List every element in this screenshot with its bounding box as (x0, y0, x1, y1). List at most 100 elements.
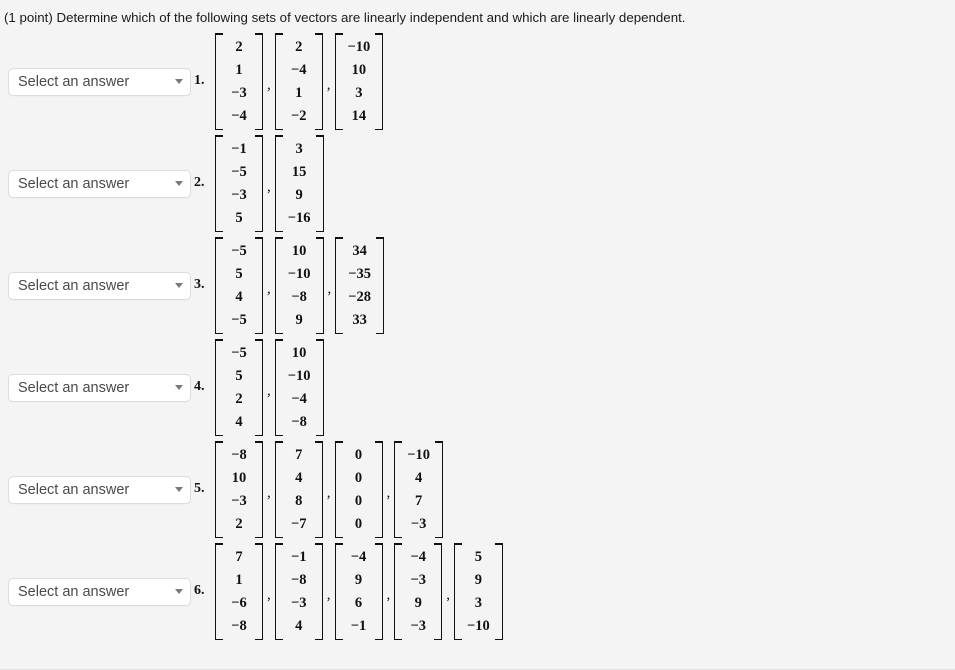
vector-entry: −2 (290, 107, 307, 124)
vector-entry: 7 (235, 549, 243, 566)
vector-entry: −3 (410, 572, 426, 589)
bracket-left-icon (334, 543, 343, 641)
answer-select-cell: Select an answer (0, 373, 194, 402)
vector-entries: −1 −8 −3 4 (283, 543, 315, 640)
vector-set: −5 5 2 4, 10 −10 −4 −8 (214, 339, 325, 437)
column-vector: 3 15 9 −16 (274, 135, 324, 233)
vector-entries: 0 0 0 0 (343, 441, 375, 538)
vector-entries: −10 4 7 −3 (402, 441, 435, 538)
answer-select-cell: Select an answer (0, 169, 194, 198)
vector-set: 7 1 −6 −8, −1 −8 −3 4, −4 9 6 −1, −4 −3 9 −3, 5 9 3 −10 (214, 543, 504, 641)
answer-select[interactable]: Select an answer (8, 169, 191, 198)
problem-row: Select an answer 5. −8 10 −3 2, 7 4 8 −7, 0 0 0 0, −10… (0, 439, 955, 541)
vector-entry: 2 (295, 39, 303, 56)
chevron-down-icon (175, 487, 183, 493)
problem-page: (1 point) Determine which of the followi… (0, 0, 955, 670)
vector-entry: 6 (354, 594, 363, 611)
vector-separator: , (326, 77, 331, 94)
vector-entry: −5 (231, 243, 247, 260)
bracket-left-icon (334, 33, 343, 131)
vector-entry: −8 (231, 617, 247, 634)
vector-entries: −1 −5 −3 5 (223, 135, 255, 232)
vector-entry: 2 (235, 515, 243, 532)
vector-separator: , (267, 485, 271, 502)
answer-select-label: Select an answer (18, 277, 130, 294)
bracket-left-icon (274, 33, 283, 131)
bracket-right-icon (374, 543, 383, 641)
vector-entries: −8 10 −3 2 (223, 441, 255, 538)
bracket-left-icon (215, 33, 223, 131)
vector-entries: −4 −3 9 −3 (402, 543, 434, 640)
problem-row: Select an answer 2. −1 −5 −3 5, 3 15 9 −16 (0, 133, 955, 235)
vector-entry: 0 (354, 492, 363, 509)
vector-entry: 5 (235, 209, 243, 226)
bracket-right-icon (255, 441, 263, 539)
vector-entry: 4 (415, 470, 423, 487)
vector-entries: 7 1 −6 −8 (223, 543, 255, 640)
vector-entry: 5 (474, 549, 482, 566)
bracket-left-icon (215, 543, 223, 641)
column-vector: −4 −3 9 −3 (394, 543, 443, 641)
vector-separator: , (446, 587, 450, 604)
problem-number: 6. (194, 582, 205, 598)
column-vector: 10 −10 −4 −8 (274, 339, 324, 437)
column-vector: 34 −35 −28 33 (335, 237, 385, 335)
vector-entry: −35 (348, 266, 372, 283)
answer-select[interactable]: Select an answer (8, 67, 191, 96)
answer-select[interactable]: Select an answer (8, 373, 191, 402)
vector-set: −5 5 4 −5, 10 −10 −8 9, 34 −35 −28 33 (214, 237, 385, 335)
vector-entry: −6 (231, 594, 247, 611)
vector-entry: 3 (474, 594, 482, 611)
bracket-left-icon (215, 441, 223, 539)
bracket-left-icon (215, 339, 223, 437)
answer-select[interactable]: Select an answer (8, 577, 191, 606)
bracket-left-icon (335, 237, 344, 335)
bracket-left-icon (274, 543, 283, 641)
problem-list: Select an answer 1. 2 1 −3 −4, 2 −4 1 −2, −10 10 3 14… (0, 31, 955, 643)
bracket-left-icon (274, 135, 283, 233)
vector-entry: −8 (231, 447, 247, 464)
vector-entry: 10 (351, 62, 367, 79)
column-vector: 5 9 3 −10 (454, 543, 503, 641)
bracket-right-icon (435, 441, 444, 539)
chevron-down-icon (175, 283, 183, 289)
vector-entry: 15 (291, 164, 307, 181)
answer-select[interactable]: Select an answer (8, 475, 191, 504)
vector-set: −8 10 −3 2, 7 4 8 −7, 0 0 0 0, −10 4 7 −3 (214, 441, 444, 539)
vector-separator: , (327, 281, 332, 298)
problem-number: 1. (194, 72, 205, 88)
vector-entry: 0 (354, 470, 363, 487)
answer-select-cell: Select an answer (0, 577, 194, 606)
answer-select[interactable]: Select an answer (8, 271, 191, 300)
vector-entries: 10 −10 −8 9 (283, 237, 316, 334)
vector-entries: 7 4 8 −7 (283, 441, 315, 538)
vector-entry: 34 (352, 243, 367, 260)
vector-entry: 1 (235, 572, 243, 589)
answer-select-label: Select an answer (18, 73, 130, 90)
vector-separator: , (326, 485, 331, 502)
bracket-right-icon (255, 339, 263, 437)
vector-entry: −4 (410, 549, 426, 566)
vector-entry: 0 (354, 447, 363, 464)
bracket-right-icon (315, 135, 324, 233)
vector-entry: −3 (410, 515, 427, 532)
question-prompt: (1 point) Determine which of the followi… (4, 10, 686, 25)
bracket-left-icon (274, 339, 283, 437)
bracket-right-icon (314, 543, 323, 641)
vector-separator: , (386, 587, 391, 604)
chevron-down-icon (175, 79, 183, 85)
vector-separator: , (267, 383, 271, 400)
vector-entry: 3 (295, 141, 303, 158)
column-vector: 10 −10 −8 9 (274, 237, 324, 335)
vector-separator: , (326, 587, 331, 604)
vector-entries: −5 5 4 −5 (223, 237, 255, 334)
bracket-right-icon (374, 441, 383, 539)
bracket-right-icon (375, 33, 384, 131)
problem-row: Select an answer 4. −5 5 2 4, 10 −10 −4 −8 (0, 337, 955, 439)
vector-set: 2 1 −3 −4, 2 −4 1 −2, −10 10 3 14 (214, 33, 384, 131)
vector-entry: −3 (231, 492, 247, 509)
vector-entry: −8 (291, 413, 307, 430)
answer-select-label: Select an answer (18, 175, 130, 192)
answer-select-label: Select an answer (18, 481, 130, 498)
vector-entries: 10 −10 −4 −8 (283, 339, 316, 436)
